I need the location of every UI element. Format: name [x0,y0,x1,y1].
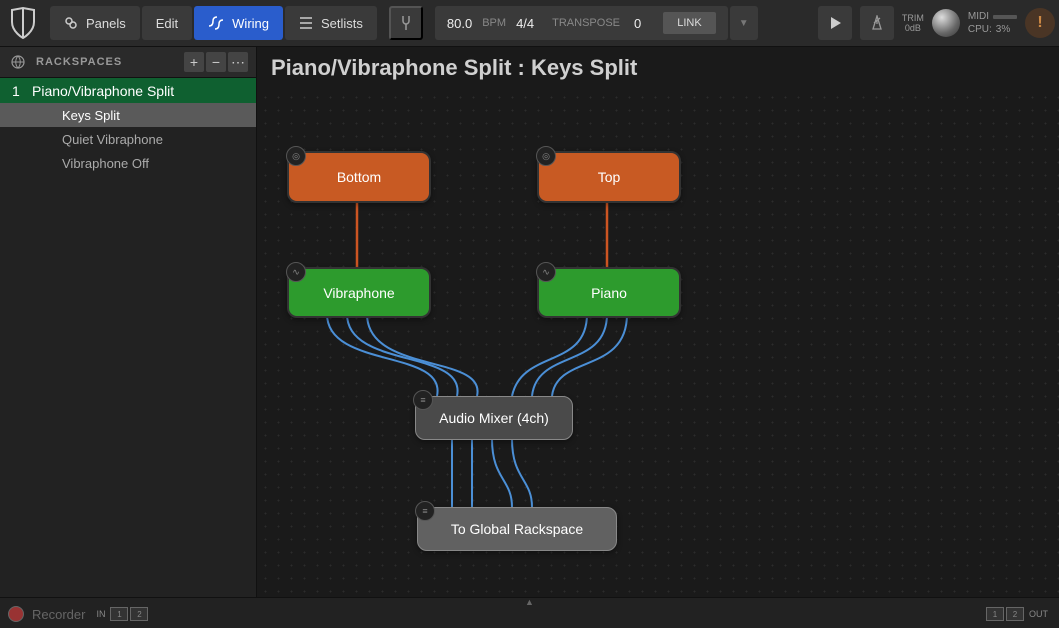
node-handle-icon[interactable]: ∿ [286,262,306,282]
variation-label: Vibraphone Off [62,156,149,171]
node-handle-icon[interactable]: ∿ [536,262,556,282]
variation-item-quiet-vibraphone[interactable]: Quiet Vibraphone [0,127,256,151]
right-widgets: TRIM 0dB MIDI CPU: 3% ! [818,6,1055,40]
variation-label: Quiet Vibraphone [62,132,163,147]
add-rackspace-button[interactable]: + [184,52,204,72]
node-label: Top [598,169,621,185]
edit-label: Edit [156,16,178,31]
recorder-button[interactable] [8,606,24,622]
node-label: To Global Rackspace [451,521,583,537]
transpose-label: TRANSPOSE [552,17,620,29]
warning-icon: ! [1037,14,1042,32]
rackspace-number: 1 [12,83,32,99]
node-top-midi-in[interactable]: ◎ Top [537,151,681,203]
metronome-button[interactable] [860,6,894,40]
panels-button[interactable]: Panels [50,6,140,40]
expand-up-icon[interactable]: ▲ [515,597,545,607]
midi-out-indicator: 1 2 OUT [986,607,1051,621]
panic-button[interactable]: ! [1025,8,1055,38]
node-handle-icon[interactable]: ≡ [415,501,435,521]
in-label: IN [96,609,105,619]
globe-icon[interactable] [8,52,28,72]
tuner-button[interactable] [389,6,423,40]
midi-in-1[interactable]: 1 [110,607,128,621]
rackspace-item[interactable]: 1 Piano/Vibraphone Split [0,78,256,103]
panels-icon [64,16,78,30]
variation-label: Keys Split [62,108,120,123]
timesig-value[interactable]: 4/4 [516,16,534,31]
node-label: Bottom [337,169,381,185]
view-mode-group: Panels Edit Wiring [50,6,283,40]
tempo-panel: 80.0 BPM 4/4 TRANSPOSE 0 LINK [435,6,728,40]
top-toolbar: Panels Edit Wiring Setlists 80.0 BPM 4/4… [0,0,1059,47]
node-label: Piano [591,285,627,301]
rackspace-name: Piano/Vibraphone Split [32,83,174,99]
link-button[interactable]: LINK [663,12,715,34]
wiring-icon [208,16,224,30]
app-logo-icon[interactable] [4,4,42,42]
trim-panel: TRIM 0dB [902,13,924,33]
node-piano[interactable]: ∿ Piano [537,267,681,318]
node-audio-mixer[interactable]: ≡ Audio Mixer (4ch) [415,396,573,440]
setlists-button[interactable]: Setlists [285,6,377,40]
play-button[interactable] [818,6,852,40]
wiring-label: Wiring [232,16,269,31]
node-label: Vibraphone [323,285,394,301]
variation-item-keys-split[interactable]: Keys Split [0,103,256,127]
transpose-value[interactable]: 0 [630,16,645,31]
node-handle-icon[interactable]: ≡ [413,390,433,410]
midi-label: MIDI [968,11,989,22]
out-label: OUT [1029,609,1048,619]
midi-out-1[interactable]: 1 [986,607,1004,621]
sidebar-header: RACKSPACES + − ⋯ [0,47,256,78]
node-label: Audio Mixer (4ch) [439,410,549,426]
panels-label: Panels [86,16,126,31]
sidebar: RACKSPACES + − ⋯ 1 Piano/Vibraphone Spli… [0,47,257,597]
output-gain-knob[interactable] [932,9,960,37]
status-meters: MIDI CPU: 3% [968,11,1017,35]
tuning-fork-icon [397,14,415,32]
node-global-rackspace[interactable]: ≡ To Global Rackspace [417,507,617,551]
page-title: Piano/Vibraphone Split : Keys Split [257,47,1059,89]
edit-button[interactable]: Edit [142,6,192,40]
node-handle-icon[interactable]: ◎ [286,146,306,166]
main-panel: Piano/Vibraphone Split : Keys Split [257,47,1059,597]
wiring-button[interactable]: Wiring [194,6,283,40]
setlists-label: Setlists [321,16,363,31]
bpm-label: BPM [482,17,506,29]
remove-rackspace-button[interactable]: − [206,52,226,72]
tempo-dropdown-button[interactable]: ▼ [730,6,758,40]
node-handle-icon[interactable]: ◎ [536,146,556,166]
bottom-bar: ▲ Recorder IN 1 2 1 2 OUT [0,597,1059,628]
body-area: RACKSPACES + − ⋯ 1 Piano/Vibraphone Spli… [0,47,1059,597]
cpu-label: CPU: [968,24,992,35]
trim-label: TRIM [902,13,924,23]
play-icon [828,16,842,30]
sidebar-title: RACKSPACES [36,56,182,68]
bpm-value[interactable]: 80.0 [447,16,472,31]
rackspace-menu-button[interactable]: ⋯ [228,52,248,72]
wiring-canvas[interactable]: ◎ Bottom ◎ Top ∿ Vibraphone ∿ Piano ≡ Au… [257,89,1059,597]
variation-item-vibraphone-off[interactable]: Vibraphone Off [0,151,256,175]
setlists-icon [299,16,313,30]
midi-out-2[interactable]: 2 [1006,607,1024,621]
node-vibraphone[interactable]: ∿ Vibraphone [287,267,431,318]
cpu-value: 3% [996,24,1010,35]
midi-meter [993,15,1017,19]
midi-in-2[interactable]: 2 [130,607,148,621]
midi-in-indicator: IN 1 2 [93,607,148,621]
node-bottom-midi-in[interactable]: ◎ Bottom [287,151,431,203]
trim-value: 0dB [905,23,921,33]
recorder-label: Recorder [32,607,85,622]
metronome-icon [869,15,885,31]
